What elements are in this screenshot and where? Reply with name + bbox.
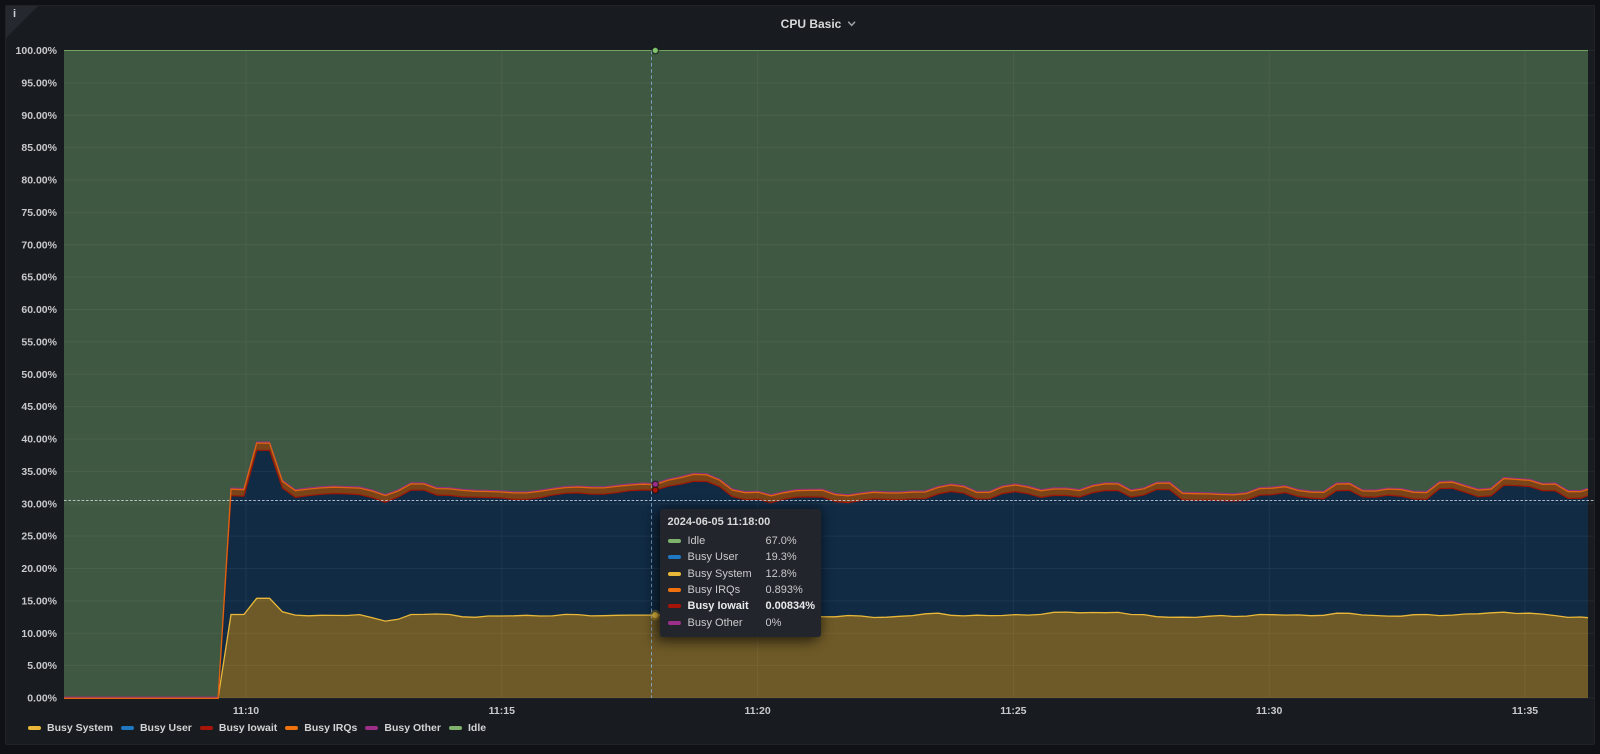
- svg-text:30.00%: 30.00%: [21, 498, 57, 510]
- svg-text:45.00%: 45.00%: [21, 401, 57, 413]
- svg-text:15.00%: 15.00%: [21, 596, 57, 608]
- svg-text:75.00%: 75.00%: [21, 207, 57, 219]
- svg-text:90.00%: 90.00%: [21, 110, 57, 122]
- svg-text:50.00%: 50.00%: [21, 369, 57, 381]
- svg-text:10.00%: 10.00%: [21, 628, 57, 640]
- svg-text:55.00%: 55.00%: [21, 337, 57, 349]
- svg-text:0.00%: 0.00%: [27, 693, 57, 705]
- svg-text:95.00%: 95.00%: [21, 78, 57, 90]
- svg-text:5.00%: 5.00%: [27, 660, 57, 672]
- svg-text:11:20: 11:20: [744, 705, 770, 717]
- svg-text:70.00%: 70.00%: [21, 239, 57, 251]
- svg-text:40.00%: 40.00%: [21, 434, 57, 446]
- svg-text:11:15: 11:15: [489, 705, 515, 717]
- svg-text:11:30: 11:30: [1256, 705, 1282, 717]
- svg-text:65.00%: 65.00%: [21, 272, 57, 284]
- svg-text:20.00%: 20.00%: [21, 563, 57, 575]
- svg-text:11:10: 11:10: [233, 705, 259, 717]
- svg-text:85.00%: 85.00%: [21, 142, 57, 154]
- svg-text:11:25: 11:25: [1000, 705, 1026, 717]
- svg-text:25.00%: 25.00%: [21, 531, 57, 543]
- svg-text:35.00%: 35.00%: [21, 466, 57, 478]
- svg-text:80.00%: 80.00%: [21, 175, 57, 187]
- svg-text:100.00%: 100.00%: [16, 45, 58, 57]
- svg-text:11:35: 11:35: [1512, 705, 1538, 717]
- svg-text:60.00%: 60.00%: [21, 304, 57, 316]
